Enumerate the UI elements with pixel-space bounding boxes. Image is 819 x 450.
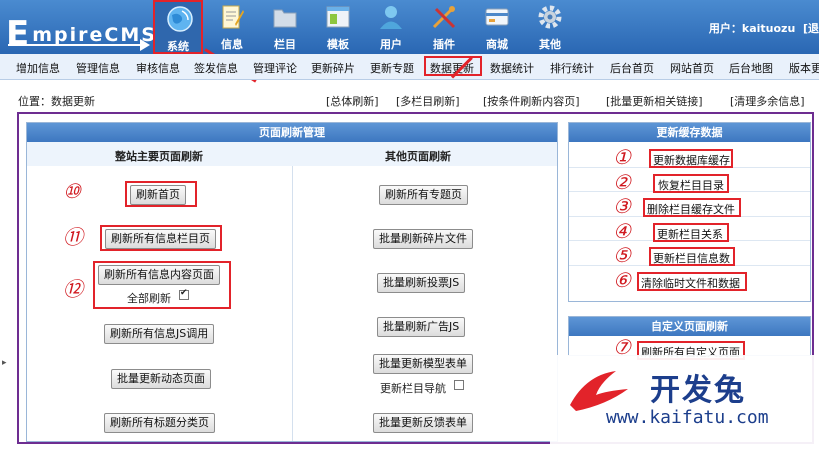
- refresh-all-topics-button[interactable]: 刷新所有专题页: [379, 185, 468, 205]
- page-refresh-panel: 页面刷新管理 整站主要页面刷新 其他页面刷新 ⑩ 刷新首页 ⑪ 刷新所有信息栏目…: [26, 122, 558, 442]
- subnav-update-topic[interactable]: 更新专题: [370, 60, 414, 76]
- all-refresh-label: 全部刷新: [127, 292, 171, 305]
- subnav-add-info[interactable]: 增加信息: [16, 60, 60, 76]
- top-banner: EmpireCMS 系统 信息 栏目 模板 用户 插件 商城 其他 用户：kai…: [0, 0, 819, 54]
- breadcrumb: 位置：数据更新: [18, 95, 95, 108]
- batch-refresh-ad-js-button[interactable]: 批量刷新广告JS: [377, 317, 466, 337]
- refresh-all-columns-button[interactable]: 刷新所有信息栏目页: [105, 229, 216, 249]
- nav-plugin[interactable]: 插件: [421, 0, 467, 54]
- nav-label: 栏目: [274, 38, 296, 51]
- nav-column[interactable]: 栏目: [262, 0, 308, 54]
- nav-label: 商城: [486, 38, 508, 51]
- nav-label: 其他: [539, 38, 561, 51]
- link-clean-extra-info[interactable]: [清理多余信息]: [730, 93, 805, 109]
- marker-5: ⑤: [613, 243, 631, 267]
- refresh-all-js-button[interactable]: 刷新所有信息JS调用: [104, 324, 215, 344]
- batch-update-model-form-button[interactable]: 批量更新模型表单: [373, 354, 473, 374]
- link-condition-refresh[interactable]: [按条件刷新内容页]: [483, 93, 580, 109]
- link-batch-update-links[interactable]: [批量更新相关链接]: [606, 93, 703, 109]
- panel-title: 更新缓存数据: [569, 123, 810, 142]
- marker-1: ①: [613, 145, 631, 169]
- nav-system[interactable]: 系统: [153, 0, 203, 54]
- update-db-cache-link[interactable]: 更新数据库缓存: [653, 152, 730, 168]
- refresh-all-content-button[interactable]: 刷新所有信息内容页面: [98, 265, 220, 285]
- globe-icon: [167, 6, 193, 32]
- subnav-admin-map[interactable]: 后台地图: [729, 60, 773, 76]
- batch-refresh-vote-js-button[interactable]: 批量刷新投票JS: [377, 273, 466, 293]
- watermark-url: www.kaifatu.com: [606, 407, 769, 428]
- marker-12: ⑫: [63, 277, 83, 301]
- nav-label: 系统: [167, 40, 189, 53]
- refresh-homepage-button[interactable]: 刷新首页: [130, 185, 186, 205]
- subnav-update-fragment[interactable]: 更新碎片: [311, 60, 355, 76]
- template-window-icon: [326, 6, 350, 28]
- marker-10: ⑩: [63, 179, 81, 203]
- watermark: 开发兔 www.kaifatu.com: [550, 355, 819, 450]
- subnav-version[interactable]: 版本更: [789, 60, 819, 76]
- subnav-site-home[interactable]: 网站首页: [670, 60, 714, 76]
- nav-template[interactable]: 模板: [315, 0, 361, 54]
- update-column-nav-checkbox[interactable]: [454, 380, 464, 390]
- update-column-info-count-link[interactable]: 更新栏目信息数: [653, 250, 730, 266]
- logo-underline: [8, 44, 146, 46]
- nav-label: 信息: [221, 38, 243, 51]
- all-refresh-checkbox[interactable]: [179, 288, 189, 300]
- logout-link[interactable]: [退: [803, 22, 819, 35]
- collapse-handle-icon[interactable]: ▸: [2, 358, 7, 368]
- subnav-data-stats[interactable]: 数据统计: [490, 60, 534, 76]
- refresh-all-title-class-button[interactable]: 刷新所有标题分类页: [104, 413, 215, 433]
- nav-label: 插件: [433, 38, 455, 51]
- nav-user[interactable]: 用户: [368, 0, 414, 54]
- logo-arrow: [140, 39, 150, 51]
- subnav-manage-comment[interactable]: 管理评论: [253, 60, 297, 76]
- batch-update-feedback-form-button[interactable]: 批量更新反馈表单: [373, 413, 473, 433]
- panel-title: 页面刷新管理: [27, 123, 557, 142]
- folder-icon: [273, 9, 297, 28]
- update-cache-panel: 更新缓存数据 ① 更新数据库缓存 ② 恢复栏目目录 ③ 删除栏目缓存文件 ④ 更…: [568, 122, 811, 302]
- subnav-sign-info[interactable]: 签发信息: [194, 60, 238, 76]
- marker-3: ③: [613, 194, 631, 218]
- update-column-relation-link[interactable]: 更新栏目关系: [657, 226, 723, 242]
- nav-info[interactable]: 信息: [209, 0, 255, 54]
- custom-page-refresh-panel: 自定义页面刷新 ⑦ 刷新所有自定义页面: [568, 316, 811, 360]
- column-head-main: 整站主要页面刷新: [115, 150, 203, 163]
- subnav-audit-info[interactable]: 审核信息: [136, 60, 180, 76]
- document-icon: [222, 5, 244, 29]
- nav-other[interactable]: 其他: [527, 0, 573, 54]
- sub-navigation: 增加信息 管理信息 审核信息 签发信息 管理评论 更新碎片 更新专题 数据更新 …: [0, 54, 819, 80]
- marker-6: ⑥: [613, 268, 631, 292]
- column-divider: [292, 166, 293, 441]
- link-multi-column-refresh[interactable]: [多栏目刷新]: [396, 93, 460, 109]
- watermark-text: 开发兔: [650, 373, 746, 408]
- marker-4: ④: [613, 219, 631, 243]
- marker-11: ⑪: [63, 225, 83, 249]
- marker-2: ②: [613, 170, 631, 194]
- gear-icon: [538, 5, 562, 29]
- nav-label: 用户: [380, 38, 402, 51]
- user-icon: [380, 6, 402, 29]
- nav-shop[interactable]: 商城: [474, 0, 520, 54]
- delete-column-cache-link[interactable]: 删除栏目缓存文件: [647, 201, 735, 217]
- column-head-other: 其他页面刷新: [385, 150, 451, 163]
- subnav-rank-stats[interactable]: 排行统计: [550, 60, 594, 76]
- plugin-tools-icon: [432, 6, 456, 29]
- batch-refresh-fragments-button[interactable]: 批量刷新碎片文件: [373, 229, 473, 249]
- subnav-admin-home[interactable]: 后台首页: [610, 60, 654, 76]
- batch-update-dynamic-button[interactable]: 批量更新动态页面: [111, 369, 211, 389]
- update-column-nav-label: 更新栏目导航: [380, 382, 446, 395]
- username[interactable]: kaituozu: [742, 22, 795, 35]
- nav-label: 模板: [327, 38, 349, 51]
- user-info: 用户：kaituozu [退: [708, 22, 819, 35]
- panel-title: 自定义页面刷新: [569, 317, 810, 336]
- clear-temp-files-link[interactable]: 清除临时文件和数据: [641, 275, 740, 291]
- restore-column-dir-link[interactable]: 恢复栏目目录: [658, 177, 724, 193]
- shop-card-icon: [485, 8, 509, 26]
- panel-subheader: 整站主要页面刷新 其他页面刷新: [27, 142, 557, 166]
- subnav-manage-info[interactable]: 管理信息: [76, 60, 120, 76]
- link-total-refresh[interactable]: [总体刷新]: [326, 93, 379, 109]
